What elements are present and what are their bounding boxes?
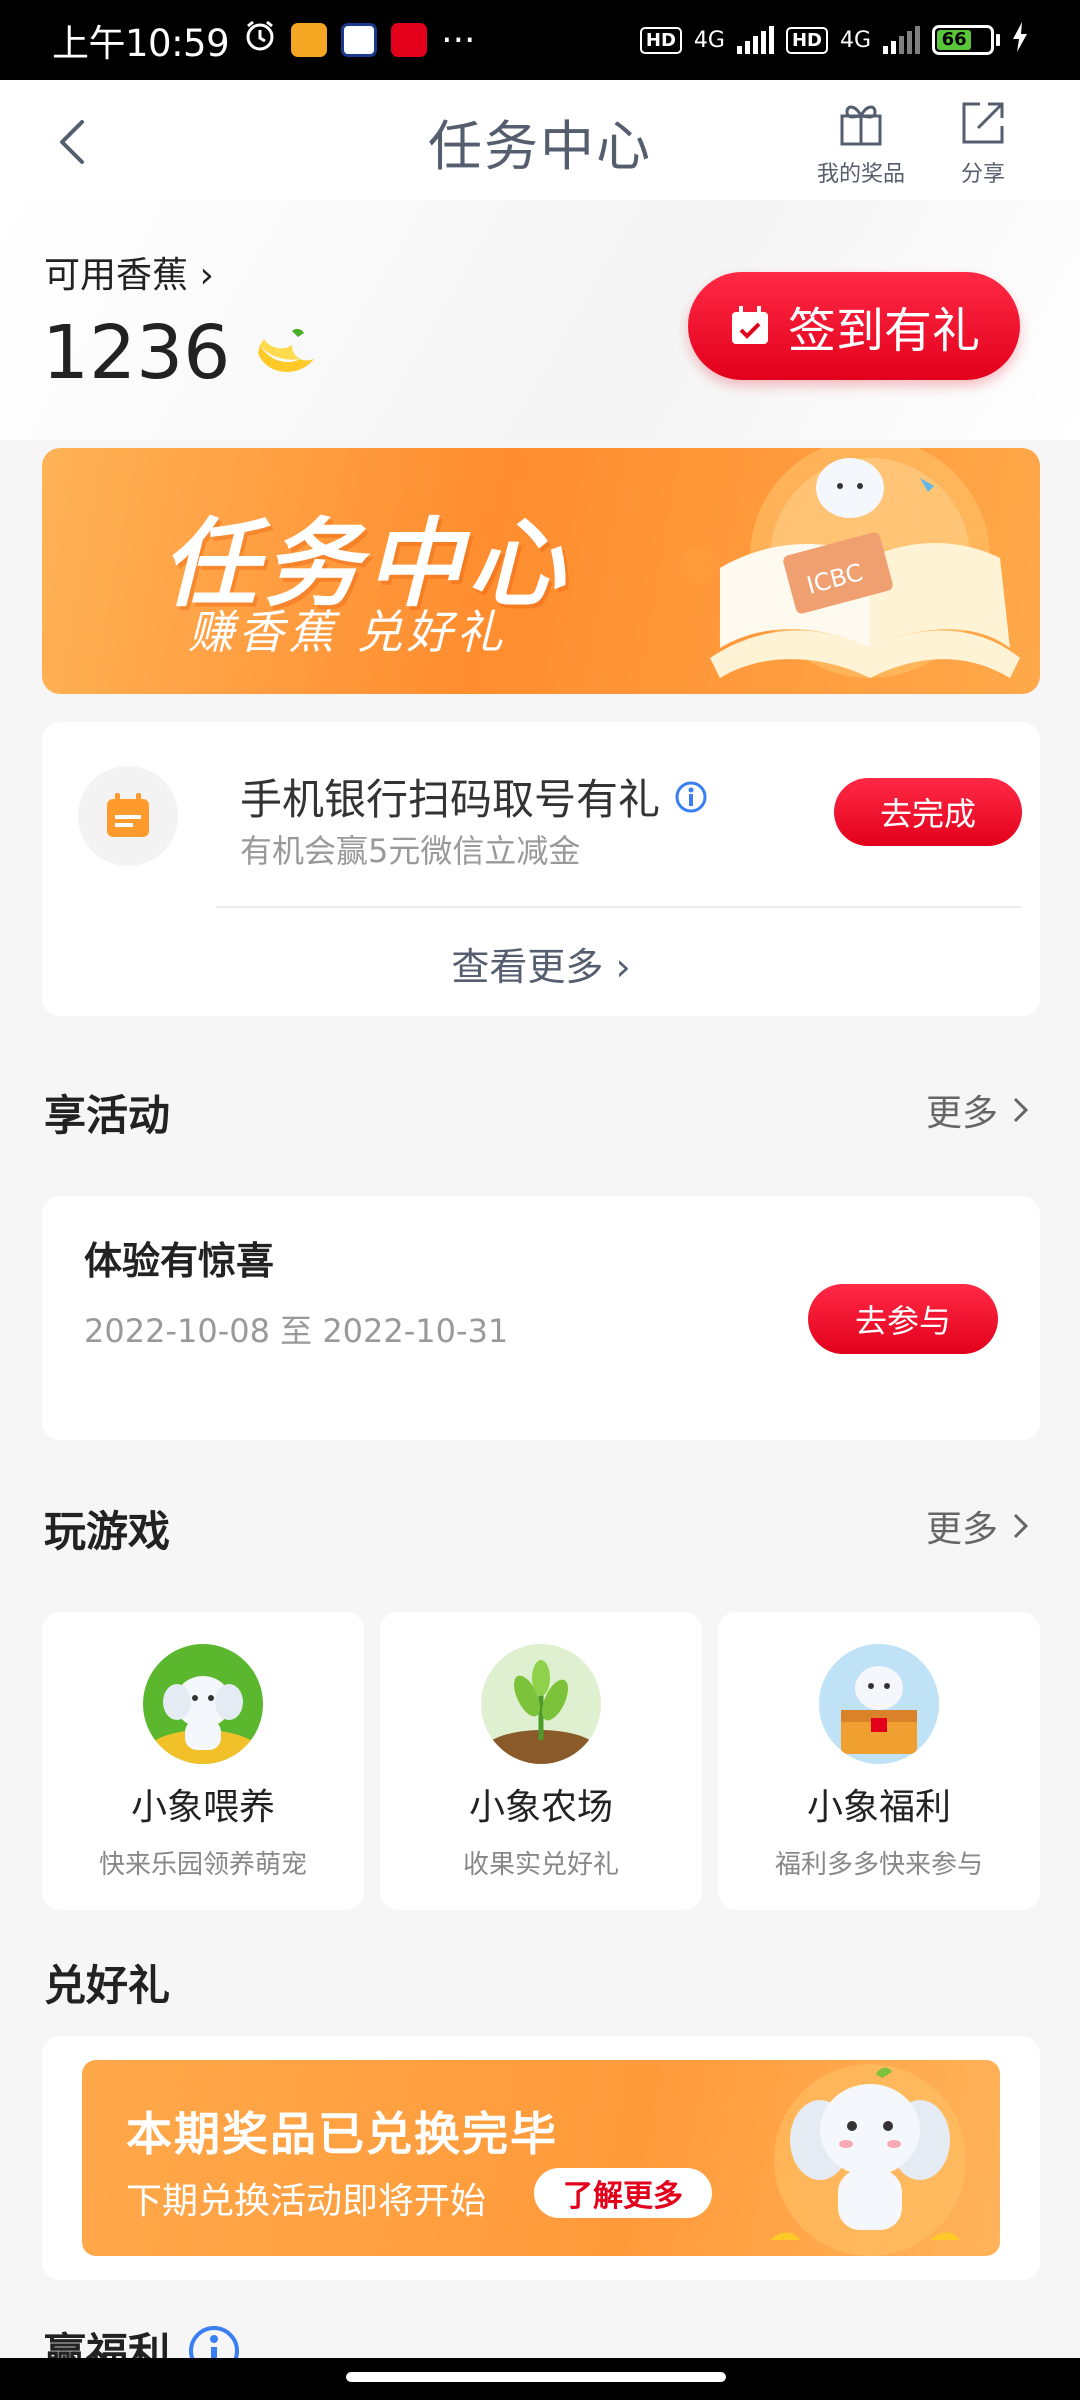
banana-icon: [258, 328, 315, 372]
status-right: HD 4G HD 4G 66: [639, 22, 1028, 58]
game-card-feeding[interactable]: 小象喂养 快来乐园领养萌宠: [42, 1612, 364, 1910]
battery-level: 66: [937, 30, 972, 50]
info-icon[interactable]: [674, 780, 708, 814]
task-title: 手机银行扫码取号有礼: [240, 766, 708, 827]
status-bar: 上午10:59 ··· HD 4G HD 4G 66: [0, 0, 1080, 80]
share-label: 分享: [960, 162, 1005, 187]
icbc-app-icon: [391, 23, 428, 57]
task-subtitle: 有机会赢5元微信立减金: [240, 832, 581, 870]
games-more-link[interactable]: 更多: [926, 1500, 1030, 1552]
header: 任务中心 我的奖品 分享: [0, 80, 1080, 200]
game-card-welfare[interactable]: 小象福利 福利多多快来参与: [718, 1612, 1040, 1910]
game-name: 小象喂养: [130, 1787, 275, 1828]
games-list: 小象喂养 快来乐园领养萌宠 小象农场 收果实兑好礼 小象福利 福利多多快来参与: [42, 1612, 1040, 1910]
task-icon-wrap: [78, 766, 178, 866]
system-nav-bar: [0, 2358, 1080, 2400]
calendar-check-icon: [731, 306, 768, 344]
game-name: 小象福利: [806, 1787, 951, 1828]
checkin-label: 签到有礼: [787, 303, 980, 359]
page-title: 任务中心: [428, 115, 652, 178]
elephant-mascot-illustration: [770, 2064, 966, 2256]
battery-icon: 66: [932, 25, 1000, 55]
game-name: 小象农场: [468, 1787, 613, 1828]
complete-task-button[interactable]: 去完成: [834, 778, 1022, 846]
network-label-1: 4G: [693, 27, 725, 53]
banner-subtitle: 赚香蕉 兑好礼: [188, 605, 507, 659]
network-label-2: 4G: [839, 27, 871, 53]
calendar-icon: [107, 793, 149, 837]
signal-icon-2: [883, 26, 920, 54]
banana-count: 1236: [42, 310, 318, 396]
gift-subtitle: 下期兑换活动即将开始: [126, 2181, 487, 2222]
gift-icon: [840, 105, 882, 146]
my-prize-button[interactable]: 我的奖品: [806, 98, 916, 188]
see-more-link[interactable]: 查看更多 ›: [42, 936, 1040, 991]
charging-icon: [1012, 22, 1028, 58]
activity-title: 体验有惊喜: [84, 1239, 275, 1283]
signal-icon: [736, 26, 774, 54]
divider: [216, 906, 1022, 908]
learn-more-button[interactable]: 了解更多: [534, 2168, 712, 2218]
share-icon: [962, 102, 1004, 144]
chevron-right-icon: [1013, 1513, 1029, 1539]
game-desc: 收果实兑好礼: [462, 1850, 619, 1880]
elephant-book-illustration: ICBC: [680, 448, 1020, 678]
game-desc: 福利多多快来参与: [774, 1850, 983, 1880]
elephant-feeding-icon: [143, 1644, 263, 1764]
hd-badge: HD: [639, 26, 682, 54]
share-button[interactable]: 分享: [928, 98, 1038, 188]
gift-banner[interactable]: 本期奖品已兑换完毕 下期兑换活动即将开始 了解更多: [82, 2060, 1000, 2256]
activities-more-link[interactable]: 更多: [926, 1084, 1030, 1136]
activity-date: 2022-10-08 至 2022-10-31: [84, 1312, 509, 1350]
hd-badge-2: HD: [785, 26, 828, 54]
notes-app-icon: [291, 23, 328, 57]
activities-more-label: 更多: [925, 1093, 998, 1134]
my-prize-label: 我的奖品: [816, 162, 905, 187]
game-card-farm[interactable]: 小象农场 收果实兑好礼: [380, 1612, 702, 1910]
task-title-text: 手机银行扫码取号有礼: [240, 775, 661, 824]
alarm-icon: [243, 19, 277, 62]
gift-card: 本期奖品已兑换完毕 下期兑换活动即将开始 了解更多: [42, 2036, 1040, 2280]
game-desc: 快来乐园领养萌宠: [98, 1850, 307, 1880]
games-section-title: 玩游戏: [44, 1507, 171, 1556]
gifts-section-title: 兑好礼: [44, 1961, 171, 2010]
elephant-farm-icon: [481, 1644, 601, 1764]
games-more-label: 更多: [925, 1509, 998, 1550]
join-activity-button[interactable]: 去参与: [808, 1284, 998, 1354]
checkin-button[interactable]: 签到有礼: [688, 272, 1020, 380]
status-left: 上午10:59 ···: [52, 13, 475, 67]
banana-count-value: 1236: [42, 310, 231, 396]
gift-title: 本期奖品已兑换完毕: [126, 2107, 558, 2161]
chevron-right-icon: [1013, 1097, 1029, 1123]
home-indicator[interactable]: [346, 2372, 726, 2382]
more-notifications-icon: ···: [441, 19, 476, 61]
status-time: 上午10:59: [52, 22, 230, 65]
task-center-banner[interactable]: 任务中心 赚香蕉 兑好礼 ICBC: [42, 448, 1040, 694]
banana-label-link[interactable]: 可用香蕉 ›: [44, 246, 214, 298]
bank-app-icon: [341, 23, 378, 57]
activities-section-title: 享活动: [44, 1091, 171, 1140]
banana-summary: 可用香蕉 › 1236 签到有礼: [0, 200, 1080, 440]
task-card: 手机银行扫码取号有礼 有机会赢5元微信立减金 去完成 查看更多 ›: [42, 722, 1040, 1016]
activity-card[interactable]: 体验有惊喜 2022-10-08 至 2022-10-31 去参与: [42, 1196, 1040, 1440]
elephant-welfare-icon: [819, 1644, 939, 1764]
